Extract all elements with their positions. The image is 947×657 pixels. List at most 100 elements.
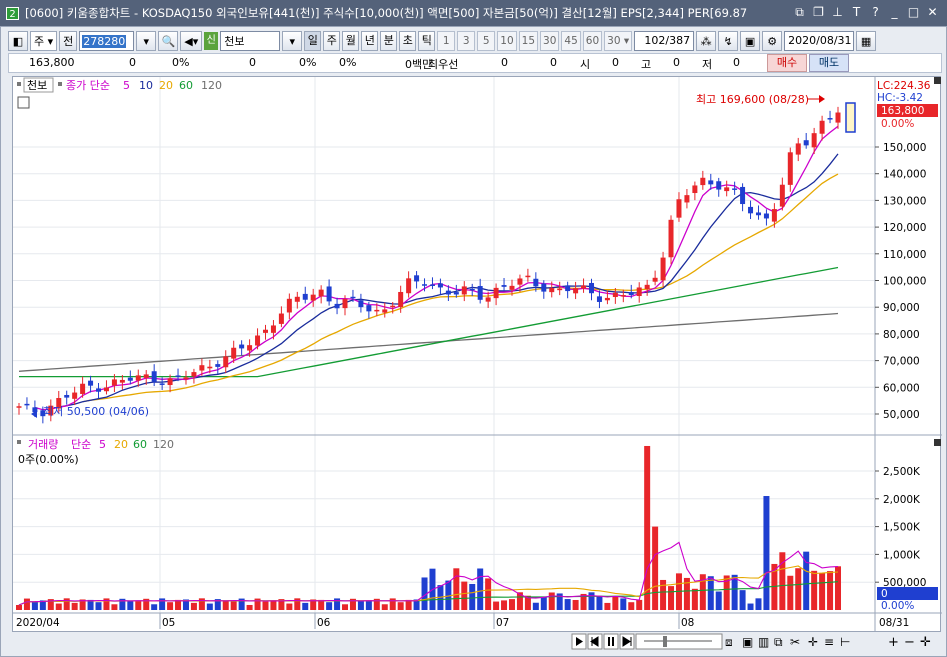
- quote-low-label: 저: [702, 58, 713, 71]
- candle-up: [795, 143, 801, 155]
- grid-toggle-icon[interactable]: [17, 96, 30, 109]
- maximize-icon[interactable]: □: [905, 4, 922, 21]
- interval-15[interactable]: 15: [518, 31, 539, 51]
- compare-icon[interactable]: ↯: [718, 31, 739, 51]
- period-day[interactable]: 일: [304, 31, 322, 51]
- candle-up: [779, 184, 785, 207]
- layout-icon[interactable]: ◧: [8, 31, 28, 51]
- volume-bar-up: [668, 586, 675, 610]
- interval-3[interactable]: 3: [457, 31, 476, 51]
- period-second[interactable]: 초: [399, 31, 417, 51]
- gear-icon[interactable]: ⚙: [762, 31, 783, 51]
- name-dropdown-icon[interactable]: ▾: [282, 31, 303, 51]
- code-dropdown-icon[interactable]: ▾: [136, 31, 157, 51]
- minimize-icon[interactable]: _: [886, 4, 903, 21]
- candle-up: [191, 372, 197, 377]
- interval-45[interactable]: 45: [561, 31, 581, 51]
- candle-down: [414, 275, 420, 282]
- type-select[interactable]: 주 ▾: [30, 31, 58, 51]
- help-icon[interactable]: ?: [867, 4, 884, 21]
- stack-icon[interactable]: ≡: [824, 635, 834, 649]
- close-icon[interactable]: ✕: [924, 4, 941, 21]
- interval-1[interactable]: 1: [437, 31, 456, 51]
- pause-icon[interactable]: [603, 633, 619, 650]
- calendar-icon[interactable]: ▦: [856, 31, 877, 51]
- period-week[interactable]: 주: [323, 31, 341, 51]
- stock-code-input[interactable]: 278280: [79, 31, 135, 51]
- candle-down: [366, 305, 372, 312]
- period-year[interactable]: 년: [361, 31, 379, 51]
- buy-button[interactable]: 매수: [767, 54, 807, 72]
- quote-change-pct: 0%: [172, 56, 190, 69]
- candle-up: [374, 309, 380, 312]
- candle-up: [636, 287, 642, 297]
- candle-up: [199, 365, 205, 371]
- candle-up: [835, 112, 841, 123]
- current-price-value: 163,800: [881, 105, 924, 117]
- volume-axis: 500,0001,000K1,500K2,000K2,500K: [875, 466, 926, 589]
- candle-down: [422, 284, 428, 286]
- x-axis: 2020/04 05 06 07 08 08/31: [16, 613, 909, 629]
- period-tick[interactable]: 틱: [418, 31, 436, 51]
- quote-volume: 0: [249, 56, 256, 69]
- period-month[interactable]: 월: [342, 31, 360, 51]
- pin-icon[interactable]: ⊥: [829, 4, 846, 21]
- candle-up: [278, 313, 284, 324]
- volume-current-pct: 0.00%: [881, 600, 914, 612]
- ma-legend-120: 120: [201, 79, 222, 92]
- quote-open: 0: [612, 56, 619, 69]
- month-label-aug: 08: [681, 617, 694, 629]
- volume-bar-up: [397, 602, 404, 610]
- price-panel-close-icon[interactable]: [934, 77, 941, 84]
- volume-panel-close-icon[interactable]: [934, 439, 941, 446]
- price-tick-label: 60,000: [883, 382, 920, 394]
- volume-bar-up: [111, 604, 118, 610]
- volume-bar-up: [548, 592, 555, 610]
- high-annotation: 최고 169,600 (08/28): [696, 93, 809, 106]
- split-icon[interactable]: ▥: [758, 635, 769, 649]
- candle-down: [827, 118, 833, 120]
- data-count-field[interactable]: 102/387: [634, 31, 695, 51]
- interval-5[interactable]: 5: [477, 31, 496, 51]
- interval-10[interactable]: 10: [497, 31, 517, 51]
- save-icon[interactable]: ▣: [740, 31, 761, 51]
- volume-bar-down: [532, 602, 539, 610]
- candle-up: [811, 133, 817, 148]
- sell-button[interactable]: 매도: [809, 54, 849, 72]
- ma120-line: [18, 312, 839, 372]
- zoom-box-icon[interactable]: ⧈: [725, 635, 733, 649]
- chart-svg[interactable]: 50,000 60,000 70,000 80,000 90,000 100,000 110…: [13, 77, 942, 633]
- zoom-out-icon[interactable]: −: [904, 635, 915, 650]
- grid-icon[interactable]: ⁂: [696, 31, 717, 51]
- tool-icon[interactable]: ✂: [790, 635, 800, 649]
- chart-area[interactable]: 50,000 60,000 70,000 80,000 90,000 100,000 110…: [12, 76, 942, 633]
- period-minute[interactable]: 분: [380, 31, 398, 51]
- expand-icon[interactable]: ✛: [920, 635, 931, 650]
- sound-icon[interactable]: ◀▾: [180, 31, 203, 51]
- volume-bar-up: [795, 568, 802, 610]
- interval-60[interactable]: 60: [582, 31, 603, 51]
- date-field[interactable]: 2020/08/31: [784, 31, 855, 51]
- quote-vol-pct: 0%: [299, 56, 317, 69]
- scroll-thumb[interactable]: [663, 636, 667, 647]
- text-icon[interactable]: T: [848, 4, 865, 21]
- kind-button[interactable]: 전: [59, 31, 78, 51]
- interval-30[interactable]: 30: [540, 31, 560, 51]
- crosshair-icon[interactable]: ✛: [808, 635, 818, 649]
- layout-grid-icon[interactable]: ▣: [742, 635, 753, 649]
- nested-icon[interactable]: ⧉: [774, 635, 783, 649]
- interval-select[interactable]: 30 ▾: [604, 31, 633, 51]
- ma-legend-20: 20: [159, 79, 173, 92]
- search-icon[interactable]: 🔍: [158, 31, 179, 51]
- candle-down: [88, 380, 94, 386]
- candle-up: [771, 209, 777, 222]
- range-icon[interactable]: ⊢: [840, 635, 850, 649]
- zoom-in-icon[interactable]: +: [888, 635, 899, 650]
- link-icon[interactable]: ⧉: [791, 4, 808, 21]
- candle-up: [262, 329, 268, 333]
- volume-bar-up: [811, 570, 818, 610]
- chart-toolbar: ◧ 주 ▾ 전 278280 ▾ 🔍 ◀▾ 신 천보 ▾ 일 주 월 년 분 초…: [8, 30, 942, 52]
- copy-icon[interactable]: ❐: [810, 4, 827, 21]
- stock-name-field[interactable]: 천보: [220, 31, 281, 51]
- volume-bar-down: [588, 592, 595, 610]
